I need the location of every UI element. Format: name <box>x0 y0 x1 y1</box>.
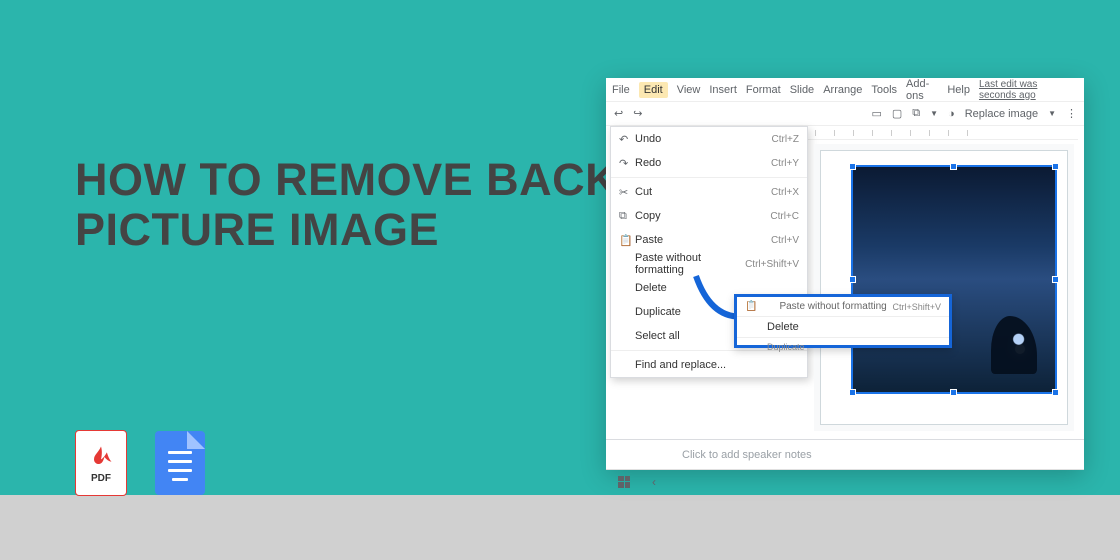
footer-strip <box>0 495 1120 560</box>
callout-box: 📋Paste without formattingCtrl+Shift+V De… <box>734 294 952 348</box>
menu-view[interactable]: View <box>677 84 701 96</box>
resize-handle[interactable] <box>849 163 856 170</box>
menu-insert[interactable]: Insert <box>709 84 737 96</box>
menu-arrange[interactable]: Arrange <box>823 84 862 96</box>
google-docs-icon[interactable] <box>155 431 205 495</box>
resize-handle[interactable] <box>950 389 957 396</box>
callout-row-delete: Delete <box>737 317 949 337</box>
slide-canvas[interactable] <box>814 144 1074 431</box>
speaker-notes[interactable]: Click to add speaker notes <box>606 439 1084 469</box>
resize-handle[interactable] <box>1052 389 1059 396</box>
menu-item-find-replace[interactable]: Find and replace... <box>611 353 807 377</box>
pdf-label: PDF <box>91 473 111 484</box>
grid-view-icon[interactable] <box>618 476 630 488</box>
selected-image[interactable] <box>851 165 1057 394</box>
pdf-icon[interactable]: PDF <box>75 430 127 496</box>
menu-item-cut[interactable]: ✂CutCtrl+X <box>611 180 807 204</box>
menu-item-redo[interactable]: ↷RedoCtrl+Y <box>611 151 807 175</box>
toolbar-btn[interactable]: ↩ <box>614 107 623 120</box>
menu-slide[interactable]: Slide <box>790 84 814 96</box>
doc-line-icon <box>168 469 192 472</box>
menu-edit[interactable]: Edit <box>639 82 668 98</box>
speaker-notes-placeholder: Click to add speaker notes <box>682 449 812 461</box>
menu-item-paste[interactable]: 📋PasteCtrl+V <box>611 228 807 252</box>
more-icon[interactable]: ⋮ <box>1066 107 1076 120</box>
callout-row-top: 📋Paste without formattingCtrl+Shift+V <box>737 297 949 317</box>
prev-icon[interactable]: ‹ <box>652 475 656 489</box>
doc-line-icon <box>172 478 188 481</box>
resize-handle[interactable] <box>1052 276 1059 283</box>
callout-row-bot: Duplicate <box>737 337 949 356</box>
image-content <box>1015 344 1025 354</box>
menu-item-undo[interactable]: ↶UndoCtrl+Z <box>611 127 807 151</box>
caret-icon: ▼ <box>930 109 938 118</box>
caret-icon: ▼ <box>1048 109 1056 118</box>
bottom-bar: ‹ <box>606 469 1084 493</box>
resize-handle[interactable] <box>1052 163 1059 170</box>
ruler <box>806 126 1078 140</box>
last-edit-link[interactable]: Last edit was seconds ago <box>979 79 1078 101</box>
editor-content: ↶UndoCtrl+Z ↷RedoCtrl+Y ✂CutCtrl+X ⧉Copy… <box>606 126 1084 439</box>
menubar: File Edit View Insert Format Slide Arran… <box>606 78 1084 102</box>
resize-handle[interactable] <box>950 163 957 170</box>
doc-line-icon <box>168 460 192 463</box>
page-fold-icon <box>187 431 205 449</box>
doc-line-icon <box>168 451 192 454</box>
resize-handle[interactable] <box>849 276 856 283</box>
menu-file[interactable]: File <box>612 84 630 96</box>
slides-screenshot: File Edit View Insert Format Slide Arran… <box>606 78 1084 469</box>
menu-help[interactable]: Help <box>947 84 970 96</box>
toolbar-btn[interactable]: ▭ <box>871 107 881 120</box>
slide <box>820 150 1068 425</box>
toolbar-btn[interactable]: ↪ <box>633 107 642 120</box>
menu-tools[interactable]: Tools <box>871 84 897 96</box>
mask-icon[interactable]: ◑ <box>948 108 955 120</box>
resize-handle[interactable] <box>849 389 856 396</box>
toolbar: ↩ ↪ ▭ ▢ ⧉ ▼ ◑ Replace image ▼ ⋮ <box>606 102 1084 126</box>
format-icons: PDF <box>75 430 205 496</box>
hero-banner: HOW TO REMOVE BACKGROUND FROM PICTURE IM… <box>0 0 1120 495</box>
menu-addons[interactable]: Add-ons <box>906 78 938 102</box>
replace-image-button[interactable]: Replace image <box>965 108 1038 120</box>
toolbar-btn[interactable]: ▢ <box>892 107 902 120</box>
menu-item-copy[interactable]: ⧉CopyCtrl+C <box>611 204 807 228</box>
crop-icon[interactable]: ⧉ <box>912 107 920 120</box>
adobe-pdf-icon <box>87 443 115 471</box>
menu-format[interactable]: Format <box>746 84 781 96</box>
